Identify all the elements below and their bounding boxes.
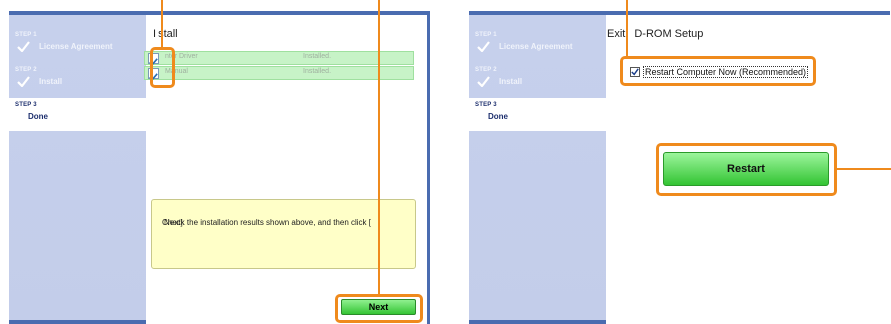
step-number: STEP 1 bbox=[475, 32, 497, 38]
sidebar-bottom-bar bbox=[9, 320, 146, 324]
step-label: Done bbox=[488, 112, 508, 121]
step-done: STEP 3 Done bbox=[9, 98, 146, 131]
sidebar-bottom-bar bbox=[469, 320, 606, 324]
step-number: STEP 2 bbox=[475, 67, 497, 73]
step-label: Done bbox=[28, 112, 48, 121]
instruction-message-box: Check the installation results shown abo… bbox=[151, 199, 416, 269]
step-install: STEP 2 Install bbox=[9, 67, 146, 95]
callout-line bbox=[626, 0, 628, 58]
step-label: License Agreement bbox=[39, 42, 113, 51]
callout-highlight-restart bbox=[656, 143, 837, 196]
callout-highlight-checkmarks bbox=[150, 47, 175, 88]
window-right-border bbox=[427, 11, 430, 324]
step-number: STEP 1 bbox=[15, 32, 37, 38]
callout-highlight-checkbox bbox=[620, 56, 816, 86]
list-item: Manual Installed. bbox=[144, 66, 414, 81]
steps-sidebar: STEP 1 License Agreement STEP 2 Install … bbox=[469, 15, 606, 320]
steps-sidebar: STEP 1 License Agreement STEP 2 Install … bbox=[9, 15, 146, 320]
step-license-agreement: STEP 1 License Agreement bbox=[9, 32, 146, 60]
step-label: Install bbox=[499, 77, 523, 86]
list-item: nter Driver Installed. bbox=[144, 51, 414, 66]
step-license-agreement: STEP 1 License Agreement bbox=[469, 32, 606, 60]
callout-line bbox=[836, 168, 891, 170]
step-done: STEP 3 Done bbox=[469, 98, 606, 131]
callout-line bbox=[378, 0, 380, 296]
callout-line bbox=[161, 0, 163, 48]
checkmark-icon bbox=[17, 41, 30, 52]
step-label: License Agreement bbox=[499, 42, 573, 51]
component-status: Installed. bbox=[303, 53, 332, 60]
install-results-list: nter Driver Installed. Manual Installed. bbox=[144, 49, 414, 82]
component-status: Installed. bbox=[303, 68, 332, 75]
callout-highlight-next bbox=[335, 294, 423, 323]
screenshot-stage: STEP 1 License Agreement STEP 2 Install … bbox=[0, 0, 891, 324]
step-number: STEP 2 bbox=[15, 67, 37, 73]
checkmark-icon bbox=[17, 76, 30, 87]
step-number: STEP 3 bbox=[15, 102, 37, 108]
checkmark-icon bbox=[477, 41, 490, 52]
step-number: STEP 3 bbox=[475, 102, 497, 108]
page-title: Istall bbox=[153, 28, 178, 40]
checkmark-icon bbox=[477, 76, 490, 87]
page-title: Exit D-ROM Setup bbox=[607, 28, 704, 40]
step-label: Install bbox=[39, 77, 63, 86]
step-install: STEP 2 Install bbox=[469, 67, 606, 95]
